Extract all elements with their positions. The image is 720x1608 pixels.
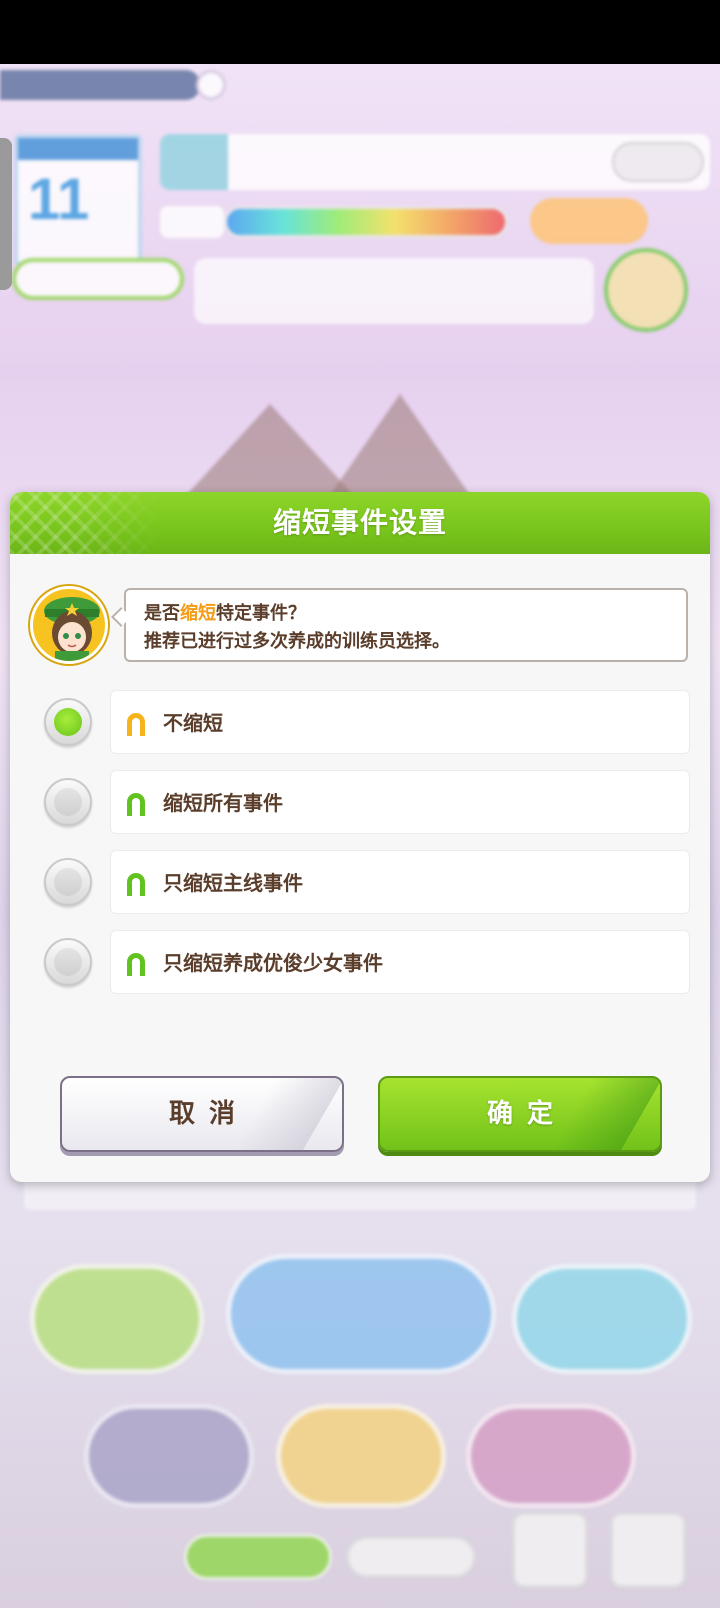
option-shorten-all[interactable]: 缩短所有事件: [40, 770, 700, 834]
character-portrait-icon: [44, 597, 100, 661]
option-box[interactable]: 只缩短养成优俊少女事件: [110, 930, 690, 994]
bg-infirmary-button: [84, 1404, 254, 1508]
bg-energy-label: [160, 206, 224, 238]
bg-orange-button: [530, 198, 648, 244]
option-box[interactable]: 缩短所有事件: [110, 770, 690, 834]
dialog-title: 缩短事件设置: [272, 506, 447, 539]
bg-menu-button: [610, 1512, 686, 1588]
bg-training-button: [226, 1254, 496, 1374]
option-label: 缩短所有事件: [163, 791, 283, 815]
horseshoe-icon: [127, 793, 145, 816]
horseshoe-icon: [127, 713, 145, 736]
shorten-events-dialog: 缩短事件设置 是否缩短特定事件？ 推荐已进行过多次养成的训练员选择。 不缩短 缩…: [10, 492, 710, 1182]
option-box[interactable]: 只缩短主线事件: [110, 850, 690, 914]
bg-green-pill-button: [184, 1534, 332, 1580]
speech-highlight: 缩短: [180, 603, 216, 624]
radio-button[interactable]: [44, 858, 92, 906]
bg-log-button: [512, 1512, 588, 1588]
bg-goal-badge: [160, 134, 228, 190]
option-shorten-main-story[interactable]: 只缩短主线事件: [40, 850, 700, 914]
option-shorten-umamusume-events[interactable]: 只缩短养成优俊少女事件: [40, 930, 700, 994]
bg-energy-bar: [224, 206, 508, 238]
side-tab-handle[interactable]: [0, 138, 12, 290]
radio-button[interactable]: [44, 938, 92, 986]
option-box[interactable]: 不缩短: [110, 690, 690, 754]
horseshoe-icon: [127, 953, 145, 976]
option-label: 只缩短主线事件: [163, 871, 303, 895]
character-avatar: [30, 586, 108, 664]
option-label: 只缩短养成优俊少女事件: [163, 951, 383, 975]
bg-white-pill-button: [346, 1536, 476, 1578]
horseshoe-icon: [127, 873, 145, 896]
bg-outing-button: [276, 1404, 446, 1508]
radio-button[interactable]: [44, 778, 92, 826]
speech-line2: 推荐已进行过多次养成的训练员选择。: [144, 631, 450, 652]
speech-text: 是否缩短特定事件？ 推荐已进行过多次养成的训练员选择。: [144, 600, 676, 656]
option-label: 不缩短: [163, 711, 223, 735]
bg-character-avatar: [604, 248, 688, 332]
bg-speech-bubble: [194, 258, 594, 324]
bg-turn-tag: [0, 70, 200, 100]
cancel-button-label: 取消: [168, 1099, 249, 1129]
speech-line1-suffix: 特定事件？: [216, 603, 306, 624]
speech-bubble: 是否缩短特定事件？ 推荐已进行过多次养成的训练员选择。: [124, 588, 688, 662]
bg-goal-button: [612, 142, 704, 182]
speech-line1-prefix: 是否: [144, 603, 180, 624]
bg-skills-button: [512, 1264, 692, 1374]
bg-info-button: [196, 70, 226, 100]
bg-calendar: 11: [14, 134, 142, 266]
option-no-shorten[interactable]: 不缩短: [40, 690, 700, 754]
confirm-button[interactable]: 确定: [378, 1076, 662, 1152]
bg-race-button: [466, 1404, 636, 1508]
cancel-button[interactable]: 取消: [60, 1076, 344, 1152]
dialog-header: 缩短事件设置: [10, 492, 710, 554]
bg-rest-button: [30, 1264, 204, 1374]
confirm-button-label: 确定: [486, 1099, 567, 1129]
status-bar: [0, 0, 720, 64]
radio-button[interactable]: [44, 698, 92, 746]
bg-mood-pill: [12, 258, 184, 300]
